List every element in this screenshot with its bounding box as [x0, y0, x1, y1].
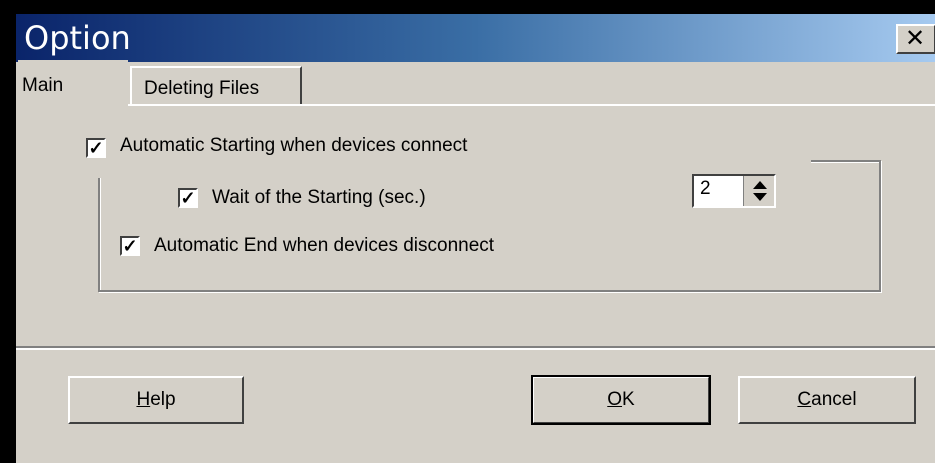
ok-button[interactable]: OK — [531, 375, 711, 425]
wait-start-checkbox[interactable]: ✓ — [178, 188, 198, 208]
auto-start-checkbox[interactable]: ✓ — [86, 138, 106, 158]
check-icon: ✓ — [88, 138, 104, 158]
close-icon: ✕ — [905, 24, 926, 52]
cancel-button[interactable]: Cancel — [738, 376, 916, 424]
spinner-buttons[interactable] — [743, 176, 774, 206]
window-title: Option — [24, 19, 131, 57]
option-dialog: Option ✕ Main Deleting Files ✓ Automatic… — [16, 14, 935, 463]
wait-seconds-spinner[interactable]: 2 — [692, 174, 776, 208]
wait-seconds-value[interactable]: 2 — [700, 178, 711, 200]
auto-end-label: Automatic End when devices disconnect — [154, 235, 495, 256]
spin-down-icon[interactable] — [753, 193, 767, 201]
auto-start-label: Automatic Starting when devices connect — [120, 135, 468, 156]
spin-up-icon[interactable] — [753, 181, 767, 189]
title-bar: Option ✕ — [16, 14, 935, 62]
check-icon: ✓ — [122, 236, 138, 256]
tab-panel-border — [128, 104, 935, 106]
help-button[interactable]: Help — [68, 376, 244, 424]
tab-main[interactable]: Main — [18, 60, 128, 120]
check-icon: ✓ — [180, 188, 196, 208]
wait-start-label: Wait of the Starting (sec.) — [212, 187, 426, 208]
auto-end-checkbox[interactable]: ✓ — [120, 236, 140, 256]
close-button[interactable]: ✕ — [896, 24, 935, 54]
tab-deleting-files[interactable]: Deleting Files — [130, 66, 302, 104]
